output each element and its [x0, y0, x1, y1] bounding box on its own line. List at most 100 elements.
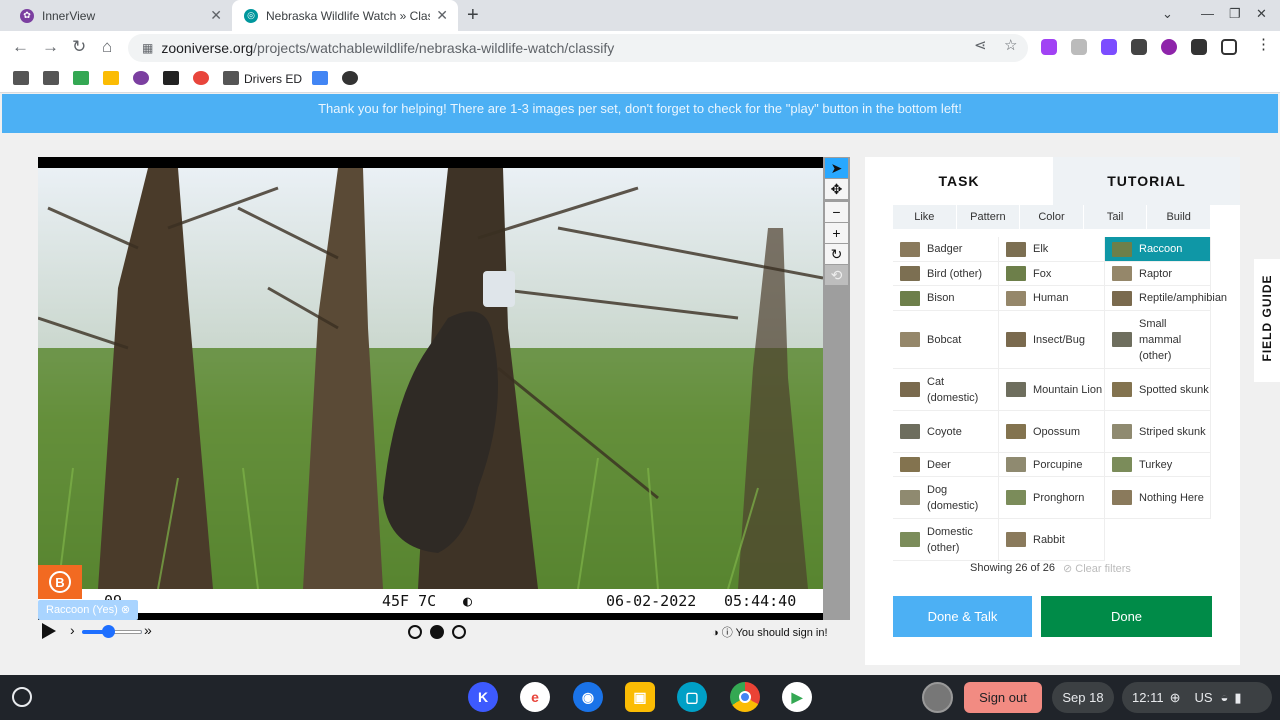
minimize-icon[interactable]: — — [1201, 6, 1214, 21]
species-small-mammal-other[interactable]: Small mammal (other) — [1105, 311, 1211, 369]
play-icon[interactable] — [42, 623, 56, 639]
tab-search-icon[interactable]: ⌄ — [1162, 6, 1173, 22]
folder-icon[interactable] — [43, 71, 59, 85]
pointer-tool-icon[interactable]: ➤ — [825, 158, 848, 178]
species-deer[interactable]: Deer — [893, 453, 999, 477]
chrome-app-icon[interactable] — [730, 682, 760, 712]
forward-icon[interactable]: → — [42, 37, 59, 57]
zoom-in-icon[interactable]: + — [825, 223, 848, 243]
kami-app-icon[interactable]: K — [468, 682, 498, 712]
address-bar[interactable]: ▦ zooniverse.org/projects/watchablewildl… — [128, 34, 1028, 62]
species-badger[interactable]: Badger — [893, 237, 999, 262]
edpuzzle-icon[interactable] — [193, 71, 209, 85]
edpuzzle-app-icon[interactable]: e — [520, 682, 550, 712]
species-raptor[interactable]: Raptor — [1105, 262, 1211, 286]
play-store-app-icon[interactable]: ▶ — [782, 682, 812, 712]
species-bobcat[interactable]: Bobcat — [893, 311, 999, 369]
rotate-icon[interactable]: ↻ — [825, 244, 848, 264]
species-spotted-skunk[interactable]: Spotted skunk — [1105, 369, 1211, 411]
species-domestic-other[interactable]: Domestic (other) — [893, 519, 999, 561]
classroom-app-icon[interactable]: ▣ — [625, 682, 655, 712]
globe-icon[interactable] — [342, 71, 358, 85]
new-tab-icon[interactable]: + — [467, 4, 479, 27]
species-raccoon[interactable]: Raccoon — [1105, 237, 1211, 262]
camera-app-icon[interactable]: ◉ — [573, 682, 603, 712]
trail-camera-image[interactable] — [38, 168, 823, 589]
contrast-icon[interactable]: ◑ — [712, 627, 719, 639]
share-icon[interactable]: ⋖ — [974, 36, 987, 54]
species-elk[interactable]: Elk — [999, 237, 1105, 262]
subject-annotation-tag[interactable]: Raccoon (Yes) ⊗ — [38, 600, 139, 620]
google-docs-icon[interactable] — [312, 71, 328, 85]
species-coyote[interactable]: Coyote — [893, 411, 999, 453]
extension-k-icon[interactable] — [1161, 39, 1177, 55]
species-reptile-amphibian[interactable]: Reptile/amphibian — [1105, 286, 1227, 311]
classroom-c-icon[interactable] — [73, 71, 89, 85]
move-tool-icon[interactable]: ✥ — [825, 179, 848, 199]
species-bison[interactable]: Bison — [893, 286, 999, 311]
species-turkey[interactable]: Turkey — [1105, 453, 1211, 477]
bookmark-star-icon[interactable]: ☆ — [1004, 36, 1017, 54]
qr-code-icon[interactable] — [163, 71, 179, 85]
close-tab-icon[interactable]: ✕ — [436, 7, 448, 24]
bookmark-drivers-ed[interactable]: Drivers ED — [244, 72, 302, 86]
launcher-icon[interactable] — [12, 687, 32, 707]
filter-like[interactable]: Like — [893, 205, 957, 229]
home-icon[interactable]: ⌂ — [102, 37, 112, 57]
google-classroom-icon[interactable] — [103, 71, 119, 85]
tab-nebraska-wildlife-watch[interactable]: ◎ Nebraska Wildlife Watch » Class ✕ — [232, 0, 458, 31]
innerview-bookmark-icon[interactable] — [133, 71, 149, 85]
species-porcupine[interactable]: Porcupine — [999, 453, 1105, 477]
folder-icon[interactable] — [13, 71, 29, 85]
frame-dot-3[interactable] — [452, 625, 466, 639]
species-rabbit[interactable]: Rabbit — [999, 519, 1105, 561]
done-and-talk-button[interactable]: Done & Talk — [893, 596, 1032, 637]
tab-innerview[interactable]: ✿ InnerView ✕ — [8, 0, 232, 31]
filter-color[interactable]: Color — [1020, 205, 1084, 229]
extension-flag-icon[interactable] — [1101, 39, 1117, 55]
reload-icon[interactable]: ↻ — [72, 37, 86, 57]
species-mountain-lion[interactable]: Mountain Lion — [999, 369, 1105, 411]
sign-out-button[interactable]: Sign out — [964, 682, 1042, 713]
chrome-menu-icon[interactable]: ⋮ — [1256, 35, 1271, 53]
faster-icon[interactable]: » — [144, 622, 152, 638]
site-info-icon[interactable]: ▦ — [142, 41, 153, 55]
species-cat-domestic[interactable]: Cat (domestic) — [893, 369, 999, 411]
extension-spy-icon[interactable] — [1131, 39, 1147, 55]
back-icon[interactable]: ← — [12, 37, 29, 57]
filter-tail[interactable]: Tail — [1084, 205, 1148, 229]
filter-pattern[interactable]: Pattern — [957, 205, 1021, 229]
extension-copy-icon[interactable] — [1071, 39, 1087, 55]
extensions-menu-icon[interactable] — [1191, 39, 1207, 55]
field-guide-tab[interactable]: FIELD GUIDE — [1254, 259, 1280, 382]
filter-build[interactable]: Build — [1147, 205, 1211, 229]
zoom-out-icon[interactable]: − — [825, 202, 848, 222]
species-dog-domestic[interactable]: Dog (domestic) — [893, 477, 999, 519]
extension-puzzle-icon[interactable] — [1041, 39, 1057, 55]
species-bird-other[interactable]: Bird (other) — [893, 262, 999, 286]
species-insect-bug[interactable]: Insect/Bug — [999, 311, 1105, 369]
species-human[interactable]: Human — [999, 286, 1105, 311]
clear-filters-button[interactable]: ⊘ Clear filters — [1063, 562, 1131, 575]
frame-dot-1[interactable] — [408, 625, 422, 639]
remove-tag-icon[interactable]: ⊗ — [121, 604, 130, 616]
status-tray[interactable]: 12:11 ⊕ US ◒ ▮ — [1122, 682, 1272, 713]
species-opossum[interactable]: Opossum — [999, 411, 1105, 453]
done-button[interactable]: Done — [1041, 596, 1212, 637]
species-pronghorn[interactable]: Pronghorn — [999, 477, 1105, 519]
info-icon[interactable]: ⓘ — [722, 627, 733, 639]
close-tab-icon[interactable]: ✕ — [210, 7, 222, 24]
species-fox[interactable]: Fox — [999, 262, 1105, 286]
close-window-icon[interactable]: ✕ — [1256, 6, 1267, 22]
frame-dot-2[interactable] — [430, 625, 444, 639]
folder-icon[interactable] — [223, 71, 239, 85]
species-striped-skunk[interactable]: Striped skunk — [1105, 411, 1211, 453]
slower-icon[interactable]: › — [70, 622, 75, 638]
date-pill[interactable]: Sep 18 — [1052, 682, 1114, 713]
tab-task[interactable]: TASK — [865, 157, 1053, 205]
speed-slider-knob[interactable] — [102, 625, 115, 638]
reset-icon[interactable]: ⟲ — [825, 265, 848, 285]
species-nothing-here[interactable]: Nothing Here — [1105, 477, 1211, 519]
screencast-app-icon[interactable]: ▢ — [677, 682, 707, 712]
side-panel-icon[interactable] — [1221, 39, 1237, 55]
